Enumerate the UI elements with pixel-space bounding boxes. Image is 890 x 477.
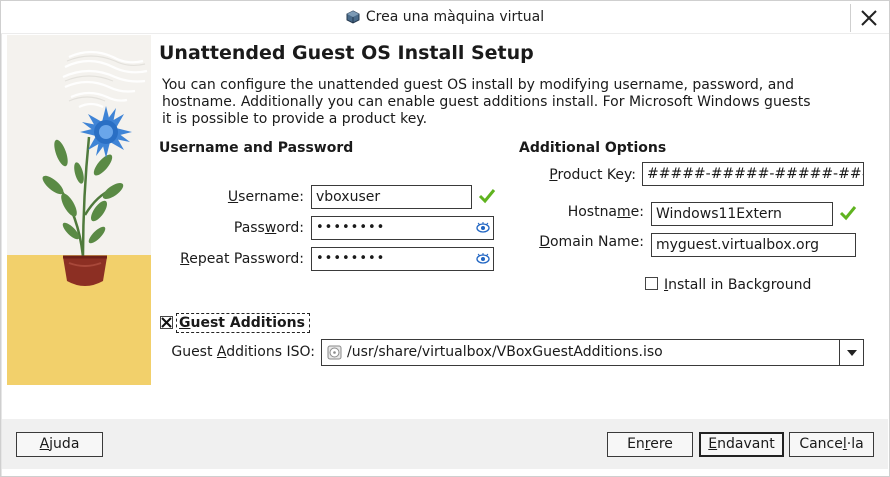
guest-additions-iso-path: /usr/share/virtualbox/VBoxGuestAdditions…: [347, 344, 663, 360]
valid-check-icon: [839, 206, 857, 221]
valid-check-icon: [478, 189, 496, 204]
password-label: Password:: [233, 220, 304, 236]
username-field[interactable]: vboxuser: [311, 185, 472, 209]
install-in-background-checkbox[interactable]: [645, 277, 658, 290]
title-bar: Crea una màquina virtual: [0, 0, 890, 34]
checkbox-check-icon: [161, 317, 172, 328]
optical-disc-icon: [327, 345, 342, 360]
domain-name-field[interactable]: myguest.virtualbox.org: [651, 233, 856, 257]
next-button[interactable]: Endavant: [699, 432, 784, 457]
potted-plant-illustration: [7, 35, 151, 385]
repeat-password-label: Repeat Password:: [180, 251, 304, 267]
install-in-background-label[interactable]: Install in Background: [664, 277, 811, 293]
page-title: Unattended Guest OS Install Setup: [159, 42, 534, 64]
virtualbox-icon: [346, 10, 360, 24]
domain-name-label: Domain Name:: [539, 234, 644, 250]
window-title: Crea una màquina virtual: [365, 9, 545, 25]
product-key-label: Product Key:: [549, 167, 636, 183]
close-icon: [860, 10, 877, 26]
window-edge: [0, 34, 2, 477]
hostname-field[interactable]: Windows11Extern: [651, 202, 833, 226]
guest-additions-iso-combo[interactable]: /usr/share/virtualbox/VBoxGuestAdditions…: [321, 339, 864, 366]
additional-options-section-title: Additional Options: [519, 140, 667, 156]
password-value: ••••••••: [316, 220, 386, 235]
page-description: You can configure the unattended guest O…: [162, 77, 811, 127]
guest-additions-iso-label: Guest Additions ISO:: [171, 344, 315, 360]
help-button[interactable]: Ajuda: [16, 432, 103, 457]
guest-additions-label[interactable]: Guest Additions: [179, 315, 305, 331]
product-key-field[interactable]: #####-#####-#####-#####-#####: [642, 162, 864, 186]
close-button[interactable]: [850, 4, 886, 32]
back-button[interactable]: Enrere: [607, 432, 693, 457]
repeat-password-field[interactable]: ••••••••: [311, 247, 494, 271]
hostname-label: Hostname:: [567, 204, 644, 220]
repeat-password-value: ••••••••: [316, 251, 386, 266]
show-password-icon[interactable]: [476, 252, 490, 266]
password-field[interactable]: ••••••••: [311, 216, 494, 240]
combo-dropdown-button[interactable]: [839, 340, 863, 365]
show-password-icon[interactable]: [476, 221, 490, 235]
cancel-button[interactable]: Cancel·la: [789, 432, 874, 457]
chevron-down-icon: [846, 349, 857, 356]
credentials-section-title: Username and Password: [159, 140, 354, 156]
guest-additions-checkbox[interactable]: [160, 316, 173, 329]
username-label: Username:: [227, 189, 304, 205]
wizard-illustration: [7, 35, 151, 385]
